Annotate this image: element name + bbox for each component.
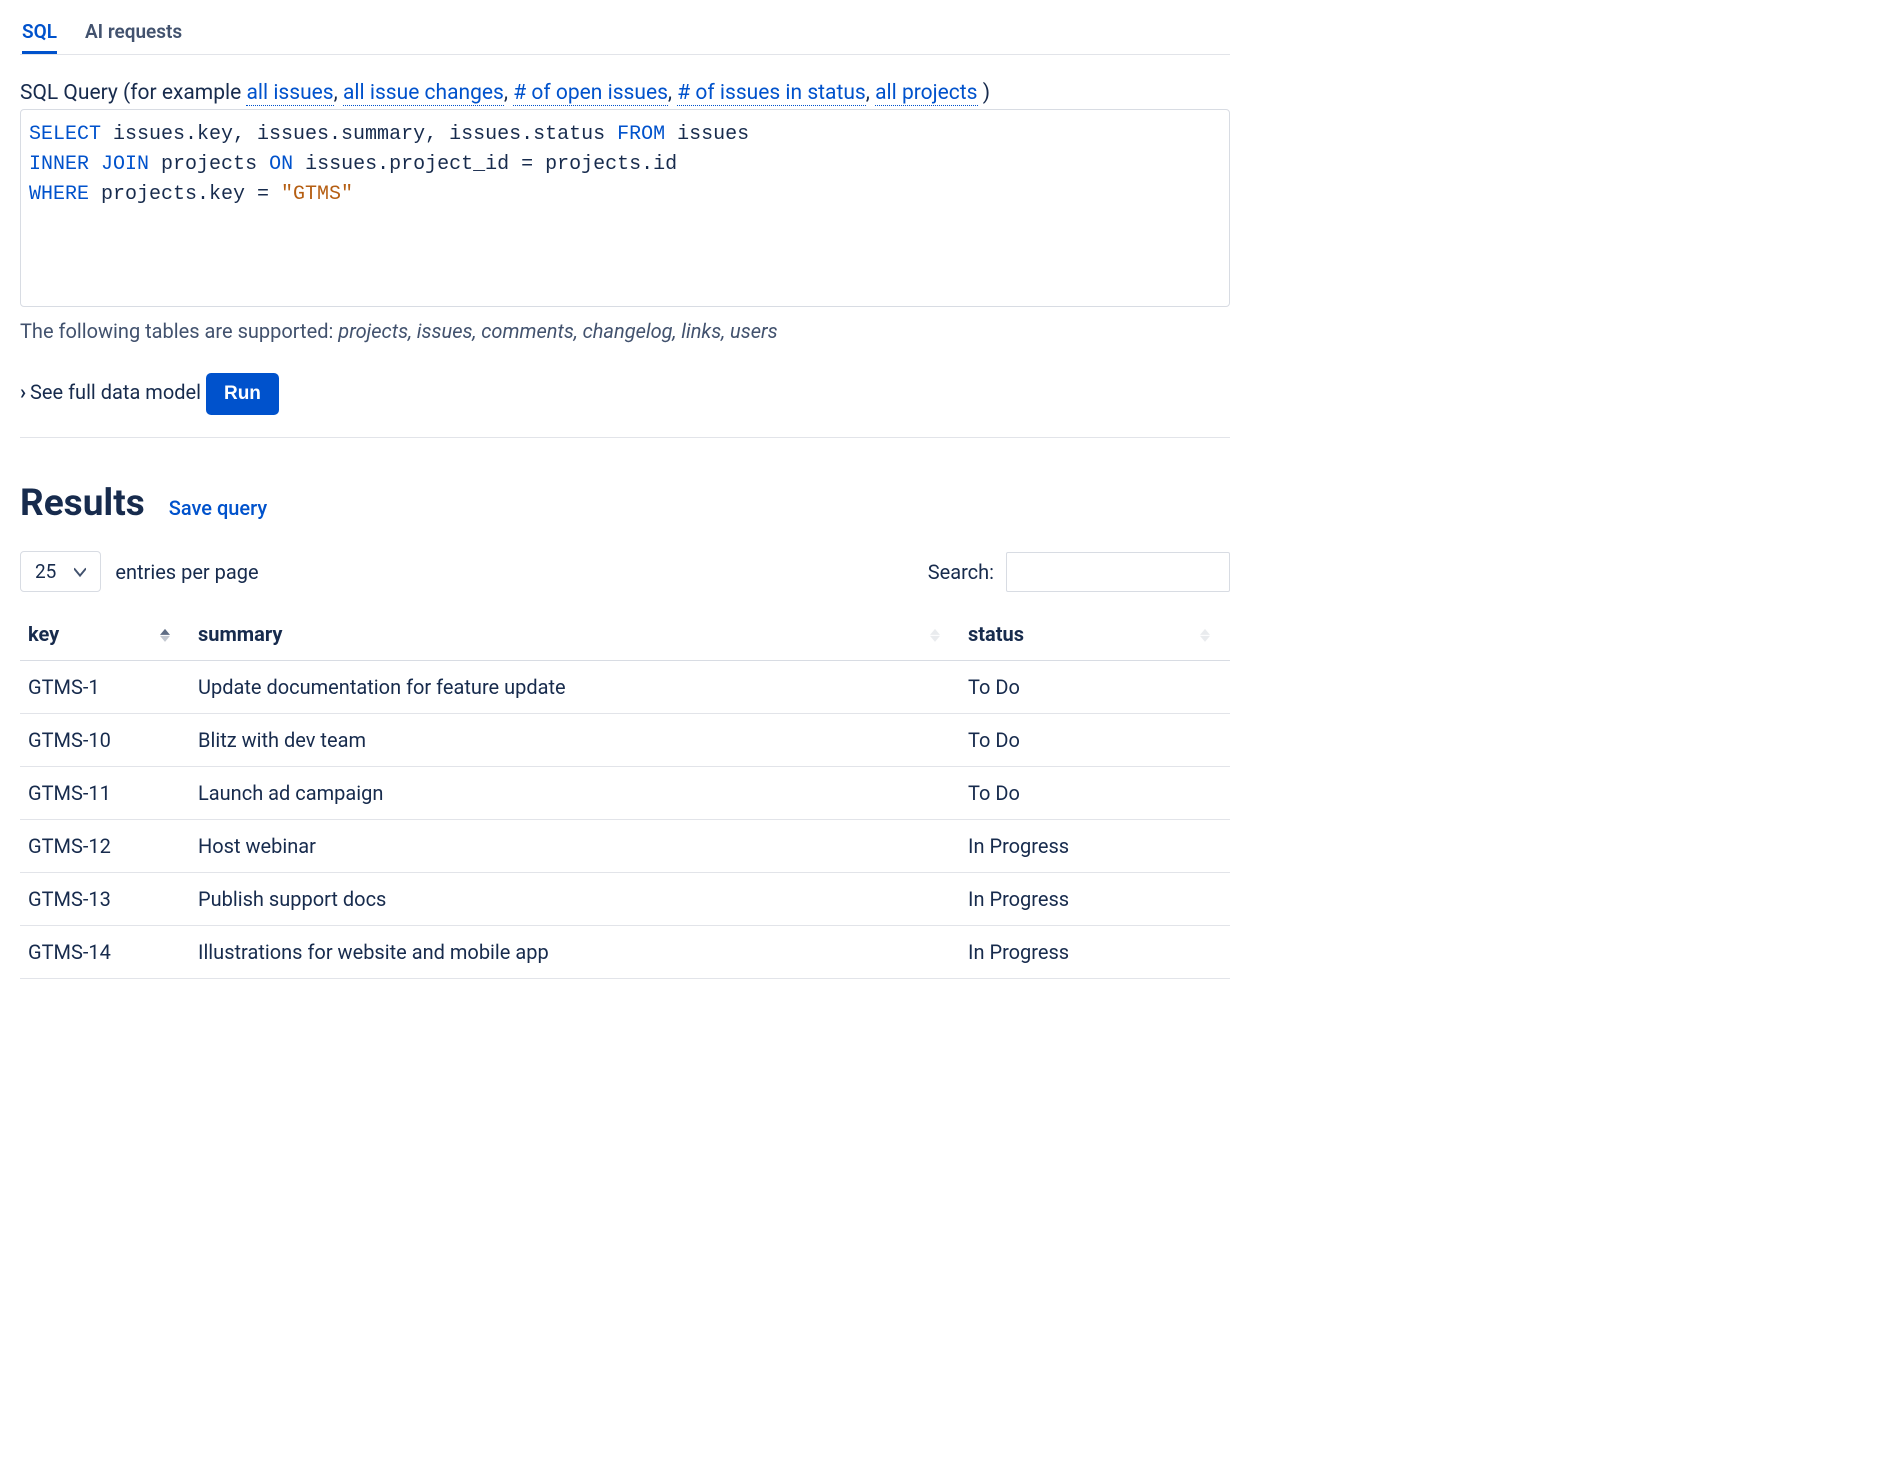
sql-query-label: SQL Query (for example all issues, all i… [20, 81, 1230, 105]
column-header-summary-label: summary [198, 622, 282, 646]
example-link[interactable]: all projects [875, 81, 977, 106]
cell-summary: Blitz with dev team [190, 714, 960, 767]
supported-tables-note: The following tables are supported: proj… [20, 319, 1230, 343]
sql-query-label-suffix: ) [978, 81, 991, 105]
entries-per-page-select[interactable]: 25 [20, 551, 101, 592]
cell-status: In Progress [960, 926, 1230, 979]
cell-key: GTMS-12 [20, 820, 190, 873]
example-link[interactable]: # of open issues [513, 81, 668, 106]
cell-key: GTMS-10 [20, 714, 190, 767]
table-row: GTMS-1Update documentation for feature u… [20, 661, 1230, 714]
example-link[interactable]: all issue changes [343, 81, 504, 106]
example-link[interactable]: # of issues in status [677, 81, 866, 106]
results-heading: Results [20, 482, 145, 525]
entries-per-page-value: 25 [35, 560, 56, 583]
tab-sql[interactable]: SQL [22, 20, 57, 54]
tab-ai-requests[interactable]: AI requests [85, 20, 182, 54]
cell-summary: Illustrations for website and mobile app [190, 926, 960, 979]
section-divider [20, 437, 1230, 438]
cell-status: To Do [960, 714, 1230, 767]
supported-tables-prefix: The following tables are supported: [20, 319, 338, 343]
example-link[interactable]: all issues [246, 81, 333, 106]
cell-summary: Host webinar [190, 820, 960, 873]
sql-query-label-prefix: SQL Query (for example [20, 81, 246, 105]
cell-key: GTMS-1 [20, 661, 190, 714]
table-row: GTMS-11Launch ad campaignTo Do [20, 767, 1230, 820]
column-header-key[interactable]: key [20, 612, 190, 661]
table-row: GTMS-14Illustrations for website and mob… [20, 926, 1230, 979]
sql-editor[interactable]: SELECT issues.key, issues.summary, issue… [20, 109, 1230, 307]
cell-status: To Do [960, 661, 1230, 714]
table-row: GTMS-13Publish support docsIn Progress [20, 873, 1230, 926]
chevron-down-icon [74, 560, 86, 583]
run-button[interactable]: Run [206, 373, 279, 415]
search-input[interactable] [1006, 552, 1230, 592]
cell-summary: Update documentation for feature update [190, 661, 960, 714]
cell-status: To Do [960, 767, 1230, 820]
save-query-link[interactable]: Save query [169, 496, 267, 520]
entries-per-page-label: entries per page [115, 560, 258, 584]
cell-key: GTMS-14 [20, 926, 190, 979]
column-header-key-label: key [28, 622, 59, 646]
results-table: key summary status GTMS-1Update document… [20, 612, 1230, 979]
example-links-container: all issues, all issue changes, # of open… [246, 81, 977, 106]
column-header-summary[interactable]: summary [190, 612, 960, 661]
see-full-data-model-label: See full data model [30, 380, 201, 404]
supported-tables-list: projects, issues, comments, changelog, l… [338, 319, 777, 343]
see-full-data-model-link[interactable]: › See full data model [20, 380, 201, 404]
cell-key: GTMS-13 [20, 873, 190, 926]
column-header-status-label: status [968, 622, 1024, 646]
cell-summary: Publish support docs [190, 873, 960, 926]
cell-key: GTMS-11 [20, 767, 190, 820]
table-row: GTMS-12Host webinarIn Progress [20, 820, 1230, 873]
table-row: GTMS-10Blitz with dev teamTo Do [20, 714, 1230, 767]
chevron-right-icon: › [20, 380, 26, 404]
sort-icon [160, 629, 170, 642]
cell-status: In Progress [960, 820, 1230, 873]
cell-status: In Progress [960, 873, 1230, 926]
sort-icon [930, 629, 940, 642]
search-label: Search: [928, 560, 994, 584]
sort-icon [1200, 629, 1210, 642]
column-header-status[interactable]: status [960, 612, 1230, 661]
tab-bar: SQL AI requests [20, 20, 1230, 55]
cell-summary: Launch ad campaign [190, 767, 960, 820]
